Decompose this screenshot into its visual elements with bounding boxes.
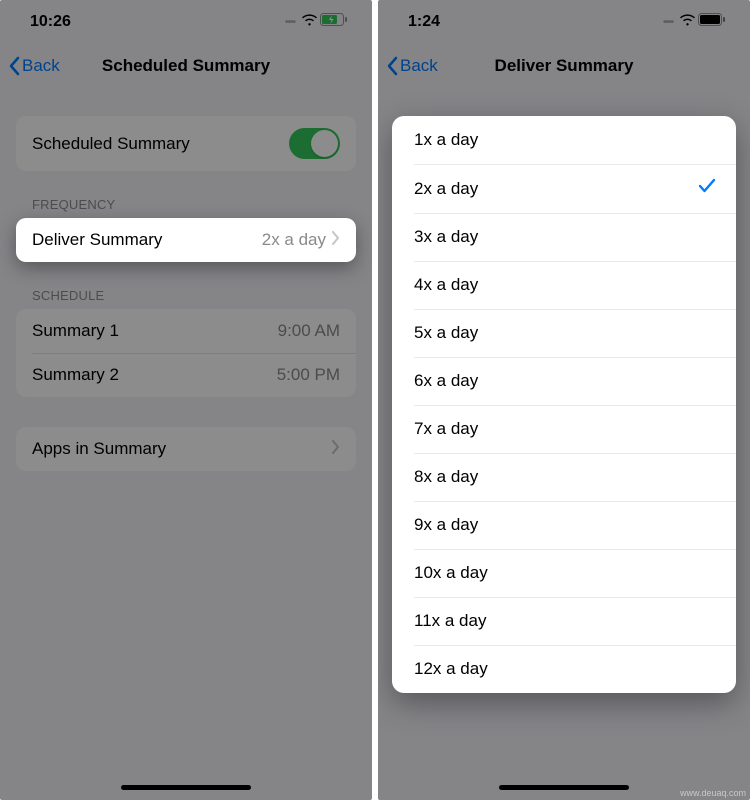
frequency-picker: 1x a day 2x a day 3x a day 4x a day 5x a… <box>392 116 736 693</box>
option-label: 5x a day <box>414 323 478 343</box>
home-indicator[interactable] <box>499 785 629 790</box>
status-indicators: •••• <box>285 13 348 31</box>
frequency-header: FREQUENCY <box>16 171 356 218</box>
option-label: 8x a day <box>414 467 478 487</box>
status-time: 1:24 <box>408 13 440 31</box>
home-indicator[interactable] <box>121 785 251 790</box>
option-label: 6x a day <box>414 371 478 391</box>
frequency-option[interactable]: 9x a day <box>392 501 736 549</box>
frequency-option[interactable]: 10x a day <box>392 549 736 597</box>
toggle-knob-icon <box>311 130 338 157</box>
deliver-summary-label: Deliver Summary <box>32 230 162 250</box>
status-bar: 1:24 •••• <box>378 0 750 44</box>
settings-content: Scheduled Summary FREQUENCY Deliver Summ… <box>0 116 372 471</box>
option-label: 10x a day <box>414 563 488 583</box>
option-label: 2x a day <box>414 179 478 199</box>
wifi-icon <box>301 13 318 31</box>
cellular-dots-icon: •••• <box>663 17 673 28</box>
schedule-item-time: 9:00 AM <box>278 321 340 341</box>
frequency-option[interactable]: 5x a day <box>392 309 736 357</box>
nav-bar: Back Scheduled Summary <box>0 44 372 88</box>
frequency-option[interactable]: 12x a day <box>392 645 736 693</box>
option-label: 11x a day <box>414 611 486 631</box>
back-label: Back <box>400 56 438 76</box>
apps-in-summary-label: Apps in Summary <box>32 439 166 459</box>
screenshot-right: 1:24 •••• Back Deliver Summary 1x a day … <box>378 0 750 800</box>
apps-in-summary-row[interactable]: Apps in Summary <box>16 427 356 471</box>
option-label: 3x a day <box>414 227 478 247</box>
frequency-option[interactable]: 7x a day <box>392 405 736 453</box>
screenshot-left: 10:26 •••• Back Scheduled Summary Schedu… <box>0 0 372 800</box>
group-toggle: Scheduled Summary <box>16 116 356 171</box>
option-label: 9x a day <box>414 515 478 535</box>
checkmark-icon <box>698 178 716 199</box>
chevron-right-icon <box>332 230 340 250</box>
status-time: 10:26 <box>30 13 71 31</box>
frequency-option[interactable]: 6x a day <box>392 357 736 405</box>
battery-icon <box>698 13 726 31</box>
nav-bar: Back Deliver Summary <box>378 44 750 88</box>
chevron-left-icon <box>386 56 398 76</box>
back-button[interactable]: Back <box>8 56 60 76</box>
schedule-row[interactable]: Summary 1 9:00 AM <box>16 309 356 353</box>
option-label: 12x a day <box>414 659 488 679</box>
wifi-icon <box>679 13 696 31</box>
watermark: www.deuaq.com <box>680 788 746 798</box>
frequency-option[interactable]: 11x a day <box>392 597 736 645</box>
toggle-switch[interactable] <box>289 128 340 159</box>
toggle-label: Scheduled Summary <box>32 134 190 154</box>
deliver-summary-row[interactable]: Deliver Summary 2x a day <box>16 218 356 262</box>
frequency-option[interactable]: 2x a day <box>392 164 736 213</box>
chevron-right-icon <box>332 439 340 459</box>
frequency-option[interactable]: 8x a day <box>392 453 736 501</box>
back-label: Back <box>22 56 60 76</box>
schedule-item-label: Summary 2 <box>32 365 119 385</box>
battery-charging-icon <box>320 13 348 31</box>
group-frequency: Deliver Summary 2x a day <box>16 218 356 262</box>
group-schedule: Summary 1 9:00 AM Summary 2 5:00 PM <box>16 309 356 397</box>
group-apps: Apps in Summary <box>16 427 356 471</box>
frequency-option[interactable]: 1x a day <box>392 116 736 164</box>
schedule-header: SCHEDULE <box>16 262 356 309</box>
frequency-option[interactable]: 3x a day <box>392 213 736 261</box>
option-label: 7x a day <box>414 419 478 439</box>
schedule-item-label: Summary 1 <box>32 321 119 341</box>
option-label: 4x a day <box>414 275 478 295</box>
status-bar: 10:26 •••• <box>0 0 372 44</box>
schedule-row[interactable]: Summary 2 5:00 PM <box>16 353 356 397</box>
back-button[interactable]: Back <box>386 56 438 76</box>
schedule-item-time: 5:00 PM <box>277 365 340 385</box>
cellular-dots-icon: •••• <box>285 17 295 28</box>
option-label: 1x a day <box>414 130 478 150</box>
status-indicators: •••• <box>663 13 726 31</box>
deliver-summary-value: 2x a day <box>262 230 326 250</box>
chevron-left-icon <box>8 56 20 76</box>
frequency-option[interactable]: 4x a day <box>392 261 736 309</box>
scheduled-summary-toggle-row[interactable]: Scheduled Summary <box>16 116 356 171</box>
